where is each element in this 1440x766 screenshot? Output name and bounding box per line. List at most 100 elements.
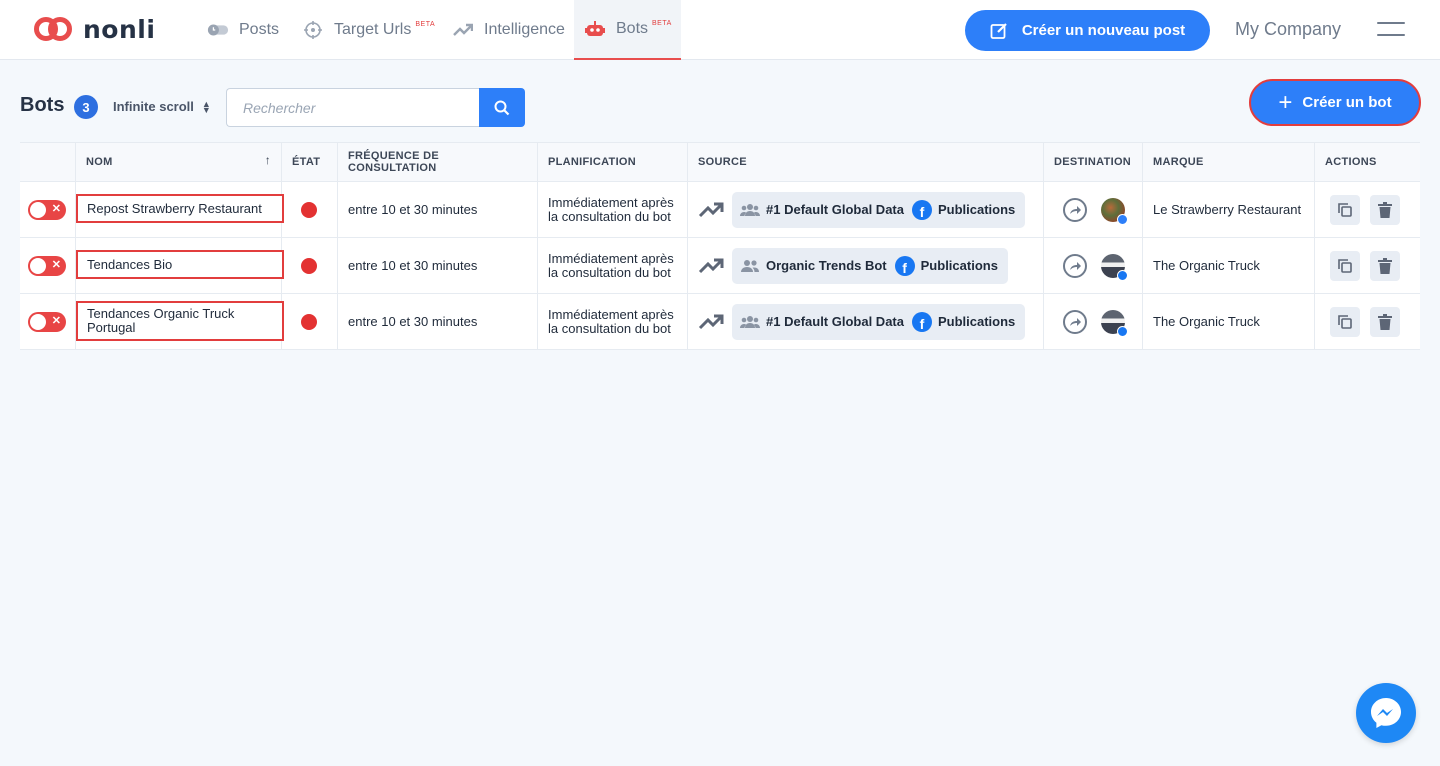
planning-line2: la consultation du bot	[548, 264, 671, 280]
header-toggle	[20, 143, 76, 181]
messenger-badge-icon	[1117, 213, 1128, 225]
status-dot	[301, 257, 317, 274]
destination-avatar	[1101, 309, 1128, 337]
delete-button[interactable]	[1370, 194, 1400, 225]
bot-name-line1: Tendances Organic Truck	[87, 306, 235, 321]
nonli-logo[interactable]: nonli	[33, 14, 155, 44]
nav-bots-label: Bots	[616, 20, 649, 37]
page-title: Bots	[20, 94, 65, 116]
planning-line2: la consultation du bot	[548, 208, 671, 224]
destination-avatar	[1101, 197, 1128, 225]
planning-cell: Immédiatement après la consultation du bo…	[538, 182, 688, 237]
source-cell: #1 Default Global Data f Publications	[688, 182, 1044, 237]
frequency-cell: entre 10 et 30 minutes	[338, 294, 538, 349]
trend-icon	[698, 258, 724, 273]
facebook-badge-icon	[1117, 269, 1128, 281]
nonli-logo-icon	[33, 14, 73, 44]
crosshair-icon	[302, 19, 324, 41]
nav-posts-label: Posts	[239, 21, 280, 38]
nav-posts[interactable]: Posts	[207, 0, 279, 60]
delete-button[interactable]	[1370, 306, 1400, 337]
create-bot-label: Créer un bot	[1302, 94, 1392, 111]
share-icon	[1063, 253, 1087, 278]
status-dot	[301, 201, 317, 218]
actions-cell	[1315, 294, 1420, 349]
search-button[interactable]	[479, 88, 525, 127]
delete-button[interactable]	[1370, 250, 1400, 281]
source-channel: Publications	[937, 314, 1016, 329]
planning-line1: Immédiatement après	[548, 250, 674, 266]
bot-name[interactable]: Tendances Bio	[76, 250, 284, 279]
header-planning: PLANIFICATION	[538, 143, 688, 181]
users-icon	[740, 315, 760, 328]
brand-cell: The Organic Truck	[1143, 238, 1315, 293]
bot-name[interactable]: Tendances Organic Truck Portugal	[76, 301, 284, 341]
state-cell	[282, 238, 338, 293]
beta-badge: BETA	[415, 20, 436, 28]
messenger-icon	[1371, 698, 1401, 728]
hamburger-menu-icon[interactable]	[1377, 22, 1405, 38]
source-pill[interactable]: #1 Default Global Data f Publications	[732, 191, 1026, 228]
messenger-chat-button[interactable]	[1356, 683, 1416, 743]
actions-cell	[1315, 182, 1420, 237]
header-name[interactable]: NOM ↑	[76, 143, 282, 181]
users-icon	[741, 259, 759, 272]
bot-name[interactable]: Repost Strawberry Restaurant	[76, 194, 284, 223]
trash-icon	[1378, 257, 1392, 274]
facebook-icon: f	[911, 199, 932, 220]
header-brand: MARQUE	[1143, 143, 1315, 181]
source-channel: Publications	[920, 258, 998, 273]
facebook-icon: f	[894, 255, 915, 276]
duplicate-button[interactable]	[1330, 306, 1360, 337]
status-dot	[301, 313, 317, 330]
frequency-cell: entre 10 et 30 minutes	[338, 238, 538, 293]
header-name-label: NOM	[86, 156, 113, 168]
nav-intelligence[interactable]: Intelligence	[452, 0, 565, 60]
company-selector[interactable]: My Company	[1235, 19, 1341, 40]
create-new-post-button[interactable]: Créer un nouveau post	[965, 10, 1210, 51]
close-icon: ✕	[51, 314, 61, 327]
copy-icon	[1338, 258, 1352, 273]
frequency-cell: entre 10 et 30 minutes	[338, 182, 538, 237]
trash-icon	[1378, 201, 1392, 218]
header-state: ÉTAT	[282, 143, 338, 181]
share-icon	[1063, 197, 1087, 222]
table-row: ✕ Repost Strawberry Restaurant entre 10 …	[20, 182, 1420, 238]
duplicate-button[interactable]	[1330, 194, 1360, 225]
trend-icon	[698, 314, 724, 329]
copy-icon	[1338, 314, 1352, 329]
close-icon: ✕	[51, 202, 61, 215]
nav-bots[interactable]: Bots BETA	[574, 0, 681, 60]
source-pill[interactable]: Organic Trends Bot f Publications	[732, 247, 1008, 284]
toggle-cell: ✕	[20, 182, 76, 237]
users-icon	[740, 203, 760, 216]
planning-cell: Immédiatement après la consultation du bo…	[538, 294, 688, 349]
header-source: SOURCE	[688, 143, 1044, 181]
source-cell: Organic Trends Bot f Publications	[688, 238, 1044, 293]
planning-line2: la consultation du bot	[548, 320, 671, 336]
create-bot-button[interactable]: + Créer un bot	[1249, 79, 1421, 126]
source-pill[interactable]: #1 Default Global Data f Publications	[732, 303, 1026, 340]
scroll-mode-select[interactable]: Infinite scroll ▲ ▼	[113, 99, 211, 114]
bot-enabled-toggle[interactable]: ✕	[28, 199, 66, 220]
bot-count-badge: 3	[74, 95, 98, 119]
destination-avatar	[1101, 253, 1128, 281]
duplicate-button[interactable]	[1330, 250, 1360, 281]
nav-target-urls-label: Target Urls	[334, 21, 412, 38]
search-icon	[494, 100, 510, 115]
bot-enabled-toggle[interactable]: ✕	[28, 311, 66, 332]
toggle-cell: ✕	[20, 294, 76, 349]
nav-target-urls[interactable]: Target Urls BETA	[302, 0, 435, 60]
search-input[interactable]	[226, 88, 480, 127]
source-name: Organic Trends Bot	[766, 258, 887, 273]
trash-icon	[1378, 313, 1392, 330]
planning-line1: Immédiatement après	[548, 306, 674, 322]
source-name: #1 Default Global Data	[766, 202, 904, 217]
facebook-icon: f	[911, 311, 932, 332]
brand-cell: Le Strawberry Restaurant	[1143, 182, 1315, 237]
table-row: ✕ Tendances Organic Truck Portugal entre …	[20, 294, 1420, 350]
actions-cell	[1315, 238, 1420, 293]
bot-enabled-toggle[interactable]: ✕	[28, 255, 66, 276]
robot-icon	[584, 18, 606, 40]
name-cell: Repost Strawberry Restaurant	[76, 182, 284, 237]
